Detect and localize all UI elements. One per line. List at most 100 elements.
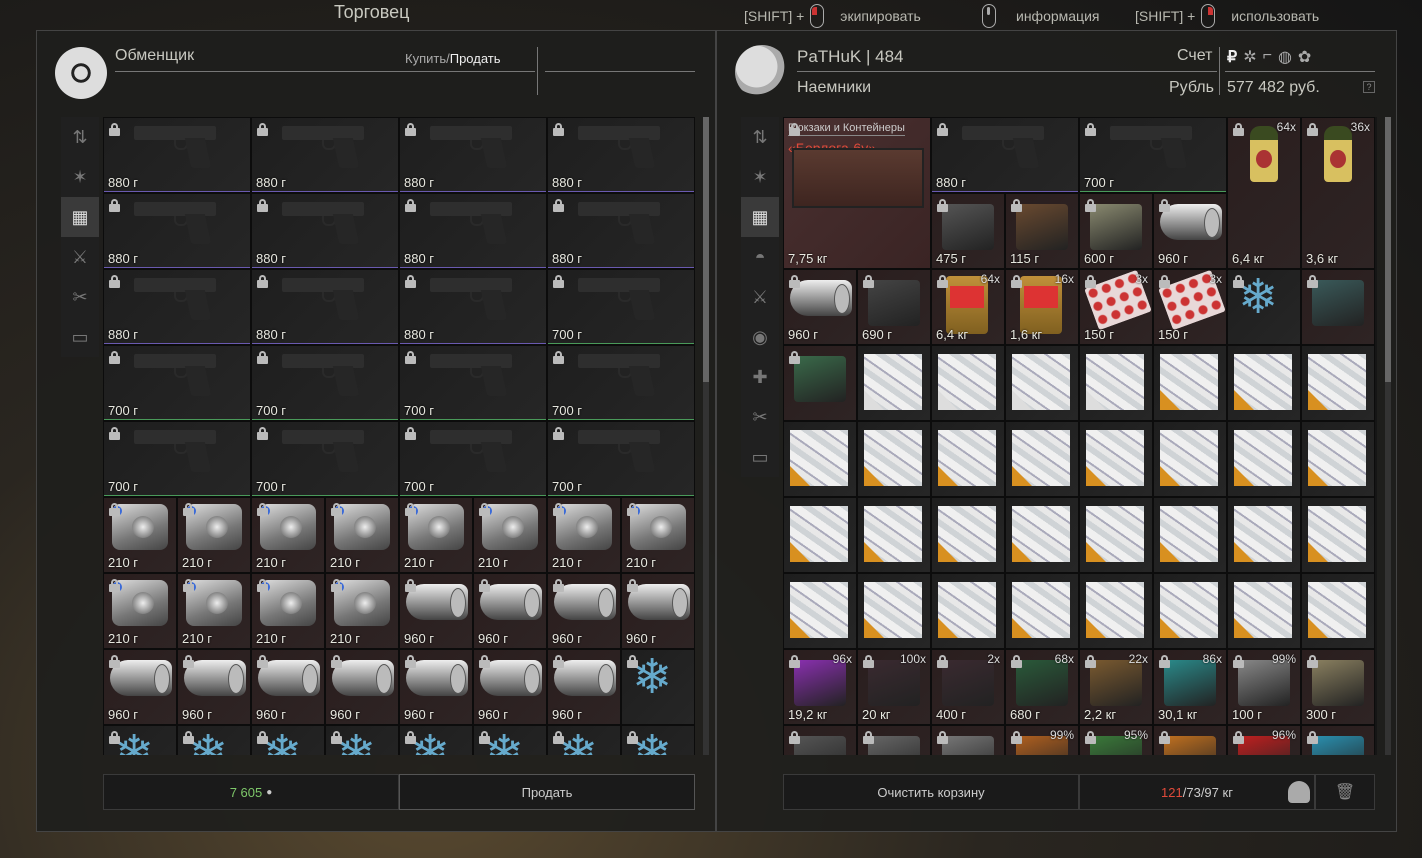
item-cell[interactable] [783,497,857,573]
compass-icon[interactable]: ◍ [1278,47,1292,67]
item-cell[interactable]: 880 г [399,117,547,193]
item-cell[interactable]: 210 г [325,497,399,573]
item-cell[interactable]: ❄ [103,725,177,755]
item-cell[interactable]: 960 г [399,649,473,725]
tools-icon[interactable]: ✂ [61,277,99,317]
item-cell[interactable]: 400 г 2x [931,649,1005,725]
item-cell[interactable]: 700 г [1079,117,1227,193]
item-cell[interactable] [857,497,931,573]
boot-icon[interactable]: ⌐ [1263,47,1272,67]
item-cell[interactable]: 210 г [251,573,325,649]
trash-button[interactable]: 🗑 [1315,774,1375,810]
item-cell[interactable]: 210 г [103,497,177,573]
item-cell[interactable]: ❄ [399,725,473,755]
item-cell[interactable] [1227,345,1301,421]
sell-button[interactable]: Продать [399,774,695,810]
item-cell[interactable]: 2,2 кг 22x [1079,649,1153,725]
helmet-icon[interactable]: ◓ [741,237,779,277]
item-cell[interactable] [931,497,1005,573]
item-cell[interactable]: 700 г [103,421,251,497]
item-cell[interactable]: 700 г [547,269,695,345]
item-cell[interactable] [1005,497,1079,573]
trader-search-line[interactable] [545,71,695,72]
item-cell[interactable] [857,345,931,421]
item-cell[interactable] [1079,421,1153,497]
item-cell[interactable] [1153,345,1227,421]
item-cell[interactable]: 700 г [251,345,399,421]
item-cell[interactable]: ❄ [325,725,399,755]
item-cell[interactable] [931,725,1005,755]
item-cell[interactable]: 19,2 кг 96x [783,649,857,725]
item-cell[interactable]: 100 г 99% [1227,649,1301,725]
box-icon[interactable]: ▭ [61,317,99,357]
item-cell[interactable]: 700 г [547,345,695,421]
clear-cart-button[interactable]: Очистить корзину [783,774,1079,810]
item-cell[interactable] [1301,497,1375,573]
item-cell[interactable]: 960 г [103,649,177,725]
item-cell[interactable] [1301,345,1375,421]
item-cell[interactable] [1005,345,1079,421]
item-cell[interactable] [1153,725,1227,755]
item-cell[interactable]: 700 г [399,421,547,497]
item-cell[interactable]: ❄ [473,725,547,755]
item-cell[interactable]: ❄ [177,725,251,755]
star-icon[interactable]: ✶ [61,157,99,197]
item-cell[interactable] [1079,573,1153,649]
item-cell[interactable]: 210 г [547,497,621,573]
sort-icon[interactable]: ⇅ [61,117,99,157]
item-cell[interactable]: 6,4 кг 64x [1227,117,1301,269]
gear-icon[interactable]: ✲ [1243,47,1256,67]
item-cell[interactable]: 880 г [251,269,399,345]
item-cell[interactable]: 210 г [103,573,177,649]
item-cell[interactable]: 960 г [399,573,473,649]
item-cell[interactable]: ❄ [1227,269,1301,345]
item-cell[interactable]: 960 г [1153,193,1227,269]
item-cell[interactable]: 960 г [547,573,621,649]
knife-icon[interactable]: ⚔ [741,277,779,317]
item-cell[interactable]: 99% [1005,725,1079,755]
medkit-icon[interactable]: ✚ [741,357,779,397]
item-cell[interactable]: 210 г [473,497,547,573]
item-cell[interactable]: 700 г [103,345,251,421]
tools-icon[interactable]: ✂ [741,397,779,437]
item-cell[interactable] [783,725,857,755]
item-cell[interactable]: 115 г [1005,193,1079,269]
item-cell[interactable] [783,345,857,421]
item-cell[interactable] [931,573,1005,649]
item-cell[interactable]: 960 г [473,649,547,725]
star-icon[interactable]: ✶ [741,157,779,197]
item-cell[interactable] [857,725,931,755]
item-cell[interactable] [931,421,1005,497]
item-cell[interactable] [1153,497,1227,573]
grenade-icon[interactable]: ◉ [741,317,779,357]
item-cell[interactable] [1227,497,1301,573]
item-cell[interactable]: 210 г [325,573,399,649]
item-cell[interactable]: 960 г [621,573,695,649]
item-cell[interactable]: 960 г [325,649,399,725]
item-cell[interactable]: 210 г [177,497,251,573]
item-cell[interactable]: 30,1 кг 86x [1153,649,1227,725]
item-cell[interactable]: 880 г [547,117,695,193]
item-cell[interactable]: ❄ [251,725,325,755]
item-cell[interactable]: 96% [1227,725,1301,755]
item-cell[interactable]: 880 г [399,193,547,269]
item-cell[interactable] [1153,573,1227,649]
item-cell[interactable] [1301,421,1375,497]
item-cell[interactable] [931,345,1005,421]
item-cell[interactable] [1227,573,1301,649]
item-cell[interactable]: ❄ [621,725,695,755]
item-cell[interactable]: 680 г 68x [1005,649,1079,725]
item-cell[interactable]: 880 г [399,269,547,345]
item-cell[interactable]: 960 г [783,269,857,345]
item-cell[interactable] [1301,269,1375,345]
item-cell[interactable]: 880 г [251,193,399,269]
item-cell[interactable] [1005,421,1079,497]
item-cell[interactable]: 880 г [931,117,1079,193]
box-icon[interactable]: ▭ [741,437,779,477]
item-cell[interactable]: 960 г [177,649,251,725]
item-cell[interactable]: ❄ [621,649,695,725]
item-cell[interactable] [1227,421,1301,497]
tab-buy[interactable]: Купить [405,51,446,66]
item-cell[interactable] [1079,497,1153,573]
item-cell[interactable]: 6,4 кг 64x [931,269,1005,345]
